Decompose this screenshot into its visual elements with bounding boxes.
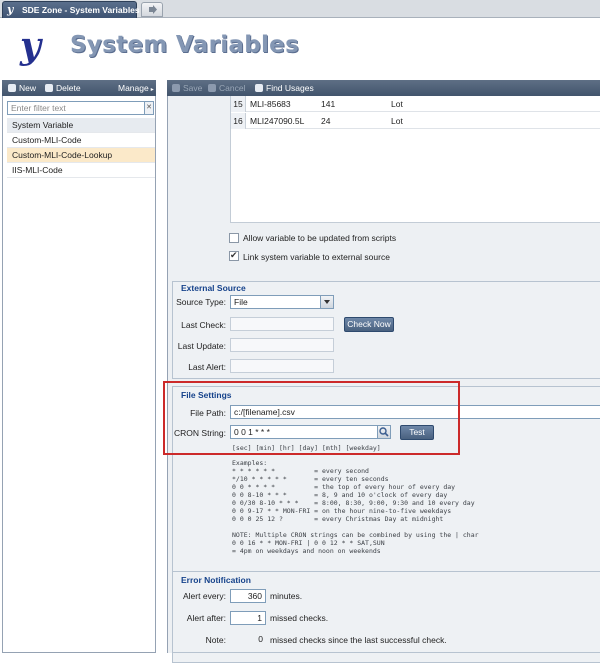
- cancel-button[interactable]: Cancel: [208, 82, 245, 94]
- last-alert-label: Last Alert:: [188, 362, 226, 372]
- clear-filter-icon[interactable]: ✕: [145, 101, 154, 115]
- list-item[interactable]: Custom-MLI-Code: [7, 133, 155, 148]
- cell: MLI247090.5L: [250, 116, 305, 126]
- new-label: New: [19, 83, 37, 93]
- alert-after-label: Alert after:: [186, 613, 226, 623]
- filter-input[interactable]: Enter filter text: [7, 101, 145, 115]
- alert-after-suffix: missed checks.: [270, 613, 329, 623]
- chevron-right-icon: ▸: [150, 87, 154, 93]
- last-update-field: [230, 338, 334, 352]
- cell: Lot: [391, 116, 403, 126]
- check-now-button[interactable]: Check Now: [344, 317, 394, 332]
- note-suffix: missed checks since the last successful …: [270, 635, 447, 645]
- page-title: System Variables: [70, 32, 300, 58]
- last-alert-field: [230, 359, 334, 373]
- new-tab-button[interactable]: [141, 2, 163, 17]
- cell: Lot: [391, 99, 403, 109]
- allow-scripts-checkbox[interactable]: [229, 233, 239, 243]
- alert-after-input[interactable]: 1: [230, 611, 266, 625]
- alert-every-input[interactable]: 360: [230, 589, 266, 603]
- plus-icon: [8, 84, 16, 92]
- minus-icon: [45, 84, 53, 92]
- alert-every-label: Alert every:: [183, 591, 226, 601]
- section-title: Error Notification: [181, 575, 251, 585]
- list-item-selected[interactable]: Custom-MLI-Code-Lookup: [7, 148, 155, 163]
- tab-system-variables[interactable]: y SDE Zone - System Variables: [2, 1, 140, 18]
- delete-label: Delete: [56, 83, 81, 93]
- error-notification-section: Error Notification Alert every: 360 minu…: [172, 571, 600, 653]
- row-number: 16: [231, 113, 246, 129]
- last-check-label: Last Check:: [181, 320, 226, 330]
- tab-title: SDE Zone - System Variables: [22, 5, 140, 15]
- editor-toolbar: Save Cancel Find Usages: [167, 80, 600, 96]
- save-button[interactable]: Save: [172, 82, 202, 94]
- app-logo-icon: y: [7, 3, 14, 16]
- tab-bar: y SDE Zone - System Variables: [0, 0, 600, 18]
- cancel-label: Cancel: [219, 83, 246, 93]
- source-type-value: File: [234, 297, 248, 307]
- chevron-down-icon: [320, 296, 333, 308]
- link-external-label: Link system variable to external source: [243, 252, 390, 262]
- page-header: y System Variables: [0, 18, 600, 77]
- find-usages-button[interactable]: Find Usages: [255, 82, 314, 94]
- table-row[interactable]: 15 MLI-85683 141 Lot: [231, 96, 600, 112]
- note-label: Note:: [205, 635, 226, 645]
- list-item[interactable]: IIS-MLI-Code: [7, 163, 155, 178]
- left-toolbar: New Delete Manage ▸: [2, 80, 156, 96]
- editor-area: 15 MLI-85683 141 Lot 16 MLI247090.5L 24 …: [167, 96, 600, 663]
- new-tab-icon: [149, 5, 157, 14]
- alert-every-suffix: minutes.: [270, 591, 303, 601]
- section-title: External Source: [181, 283, 246, 293]
- cell: 141: [321, 99, 336, 109]
- cell: 24: [321, 116, 331, 126]
- new-button[interactable]: New: [8, 82, 36, 94]
- find-icon: [255, 84, 263, 92]
- save-icon: [172, 84, 180, 92]
- cancel-icon: [208, 84, 216, 92]
- find-usages-label: Find Usages: [266, 83, 314, 93]
- cell: MLI-85683: [250, 99, 291, 109]
- table-row[interactable]: 16 MLI247090.5L 24 Lot: [231, 113, 600, 129]
- source-type-select[interactable]: File: [230, 295, 334, 309]
- variables-panel: Enter filter text ✕ System Variable Cust…: [2, 96, 156, 653]
- list-header: System Variable: [7, 118, 155, 133]
- last-check-field: [230, 317, 334, 331]
- app-logo-icon: y: [20, 25, 41, 67]
- manage-button[interactable]: Manage ▸: [118, 82, 154, 94]
- manage-label: Manage: [118, 83, 149, 93]
- link-external-checkbox[interactable]: [229, 250, 239, 261]
- row-number: 15: [231, 96, 246, 112]
- save-label: Save: [183, 83, 203, 93]
- delete-button[interactable]: Delete: [45, 82, 81, 94]
- external-source-section: External Source Source Type: File Last C…: [172, 281, 600, 379]
- cron-examples: Examples: * * * * * * = every second */1…: [232, 459, 479, 555]
- note-value: 0: [258, 634, 263, 644]
- lookup-grid: 15 MLI-85683 141 Lot 16 MLI247090.5L 24 …: [230, 96, 600, 223]
- highlight-box: [163, 381, 460, 455]
- source-type-label: Source Type:: [176, 297, 226, 307]
- allow-scripts-label: Allow variable to be updated from script…: [243, 233, 397, 243]
- last-update-label: Last Update:: [177, 341, 226, 351]
